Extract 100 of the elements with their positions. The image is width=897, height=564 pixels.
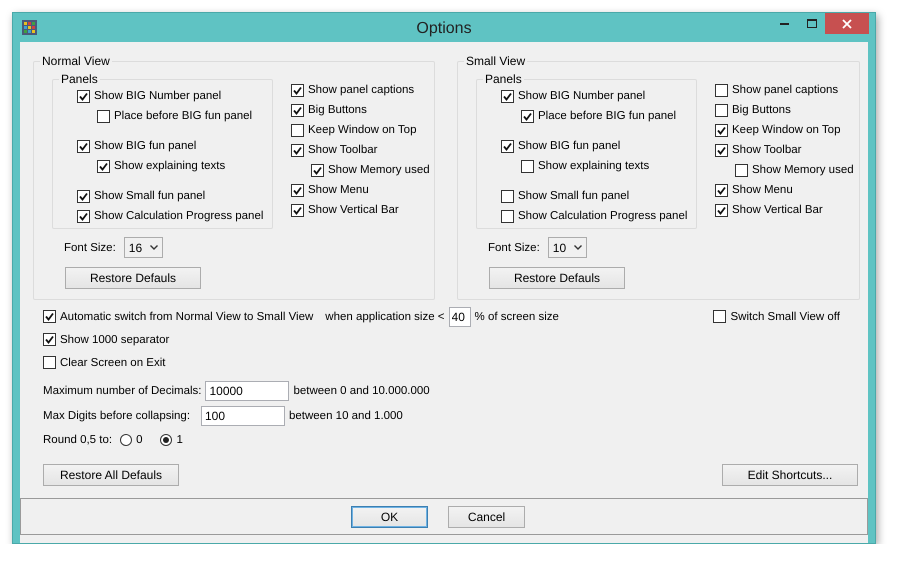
checkbox[interactable] bbox=[97, 160, 110, 172]
checkbox[interactable] bbox=[501, 90, 514, 102]
edit-shortcuts-button[interactable]: Edit Shortcuts... bbox=[722, 464, 858, 486]
checkbox[interactable] bbox=[521, 110, 534, 122]
threshold-unit: % of screen size bbox=[474, 310, 559, 322]
checkbox-label[interactable]: Show panel captions bbox=[308, 84, 414, 96]
checkbox[interactable] bbox=[291, 204, 304, 216]
checkbox-label[interactable]: Show Toolbar bbox=[308, 144, 378, 156]
field-hint: between 0 and 10.000.000 bbox=[293, 384, 430, 396]
close-icon bbox=[842, 18, 852, 28]
app-icon bbox=[22, 20, 37, 35]
checkbox[interactable] bbox=[501, 140, 514, 152]
dialog-button[interactable]: Cancel bbox=[448, 506, 525, 528]
checkbox[interactable] bbox=[715, 84, 728, 96]
checkbox-label[interactable]: Automatic switch from Normal View to Small View bbox=[60, 310, 314, 322]
check-icon bbox=[293, 206, 302, 214]
checkbox-label[interactable]: Show Menu bbox=[308, 184, 369, 196]
checkbox-label[interactable]: Show BIG fun panel bbox=[518, 140, 620, 152]
restore-defaults-button[interactable]: Restore Defauls bbox=[489, 267, 625, 289]
check-icon bbox=[717, 206, 726, 214]
check-icon bbox=[293, 186, 302, 194]
checkbox[interactable] bbox=[715, 144, 728, 156]
restore-all-defaults-button[interactable]: Restore All Defauls bbox=[43, 464, 179, 486]
check-icon bbox=[79, 212, 88, 220]
checkbox-label[interactable]: Place before BIG fun panel bbox=[538, 110, 676, 122]
checkbox[interactable] bbox=[43, 333, 56, 346]
input-field[interactable]: 100 bbox=[201, 406, 285, 426]
check-icon bbox=[717, 186, 726, 194]
checkbox[interactable] bbox=[43, 356, 56, 369]
font-size-dropdown[interactable]: 16 bbox=[124, 237, 163, 258]
checkbox-label[interactable]: Show Vertical Bar bbox=[732, 204, 823, 216]
checkbox-label[interactable]: Big Buttons bbox=[308, 104, 367, 116]
checkbox[interactable] bbox=[77, 210, 90, 222]
checkbox[interactable] bbox=[521, 160, 534, 172]
checkbox-label[interactable]: Show Calculation Progress panel bbox=[518, 210, 688, 222]
checkbox[interactable] bbox=[97, 110, 110, 122]
check-icon bbox=[717, 126, 726, 134]
checkbox[interactable] bbox=[715, 124, 728, 136]
radio-button[interactable] bbox=[120, 434, 132, 446]
font-size-dropdown[interactable]: 10 bbox=[548, 237, 587, 258]
checkbox[interactable] bbox=[715, 184, 728, 196]
checkbox[interactable] bbox=[713, 310, 726, 323]
check-icon bbox=[79, 192, 88, 200]
check-icon bbox=[503, 142, 512, 150]
checkbox[interactable] bbox=[291, 104, 304, 116]
check-icon bbox=[717, 146, 726, 154]
checkbox-label[interactable]: Keep Window on Top bbox=[732, 124, 840, 136]
radio-label[interactable]: 0 bbox=[136, 434, 142, 446]
check-icon bbox=[79, 142, 88, 150]
window-title: Options bbox=[415, 18, 473, 38]
checkbox[interactable] bbox=[77, 190, 90, 202]
minimize-icon bbox=[780, 22, 789, 25]
checkbox[interactable] bbox=[291, 84, 304, 96]
checkbox-label[interactable]: Show BIG fun panel bbox=[94, 140, 196, 152]
checkbox-label[interactable]: Show 1000 separator bbox=[60, 334, 170, 346]
checkbox-label[interactable]: Show Small fun panel bbox=[94, 190, 206, 202]
checkbox-label[interactable]: Show explaining texts bbox=[538, 160, 650, 172]
group-title: Panels bbox=[60, 72, 99, 86]
checkbox[interactable] bbox=[715, 204, 728, 216]
radio-button[interactable] bbox=[160, 434, 172, 446]
checkbox[interactable] bbox=[501, 190, 514, 202]
radio-label[interactable]: 1 bbox=[176, 434, 183, 446]
checkbox[interactable] bbox=[715, 104, 728, 116]
checkbox-label[interactable]: Show Memory used bbox=[328, 164, 430, 176]
threshold-field[interactable]: 40 bbox=[448, 306, 471, 326]
input-field[interactable]: 10000 bbox=[205, 380, 290, 400]
checkbox[interactable] bbox=[735, 164, 748, 176]
restore-defaults-button[interactable]: Restore Defauls bbox=[65, 267, 201, 289]
checkbox-label[interactable]: Show panel captions bbox=[732, 84, 838, 96]
checkbox-label[interactable]: Show Small fun panel bbox=[518, 190, 630, 202]
checkbox[interactable] bbox=[291, 184, 304, 196]
checkbox-label[interactable]: Switch Small View off bbox=[730, 310, 840, 322]
checkbox[interactable] bbox=[501, 210, 514, 222]
checkbox-label[interactable]: Place before BIG fun panel bbox=[114, 110, 252, 122]
checkbox[interactable] bbox=[311, 164, 324, 176]
checkbox-label[interactable]: Show BIG Number panel bbox=[94, 90, 222, 102]
round-label: Round 0,5 to: bbox=[43, 434, 112, 446]
checkbox[interactable] bbox=[291, 144, 304, 156]
checkbox-label[interactable]: Show Toolbar bbox=[732, 144, 802, 156]
check-icon bbox=[45, 312, 54, 321]
checkbox[interactable] bbox=[43, 310, 56, 323]
checkbox-label[interactable]: Show BIG Number panel bbox=[518, 90, 646, 102]
checkbox[interactable] bbox=[77, 140, 90, 152]
checkbox-label[interactable]: Show Calculation Progress panel bbox=[94, 210, 264, 222]
close-button[interactable] bbox=[825, 13, 869, 34]
checkbox-label[interactable]: Show Vertical Bar bbox=[308, 204, 399, 216]
checkbox-label[interactable]: Show Memory used bbox=[752, 164, 854, 176]
checkbox-label[interactable]: Show explaining texts bbox=[114, 160, 226, 172]
checkbox-label[interactable]: Show Menu bbox=[732, 184, 793, 196]
checkbox-label[interactable]: Clear Screen on Exit bbox=[60, 356, 166, 368]
check-icon bbox=[523, 112, 532, 120]
checkbox-label[interactable]: Keep Window on Top bbox=[308, 124, 416, 136]
checkbox-label[interactable]: Big Buttons bbox=[732, 104, 791, 116]
checkbox[interactable] bbox=[291, 124, 304, 136]
check-icon bbox=[503, 92, 512, 100]
maximize-icon bbox=[806, 19, 816, 28]
checkbox[interactable] bbox=[77, 90, 90, 102]
chevron-icon bbox=[150, 245, 158, 250]
check-icon bbox=[313, 166, 322, 174]
dialog-button[interactable]: OK bbox=[351, 506, 428, 528]
